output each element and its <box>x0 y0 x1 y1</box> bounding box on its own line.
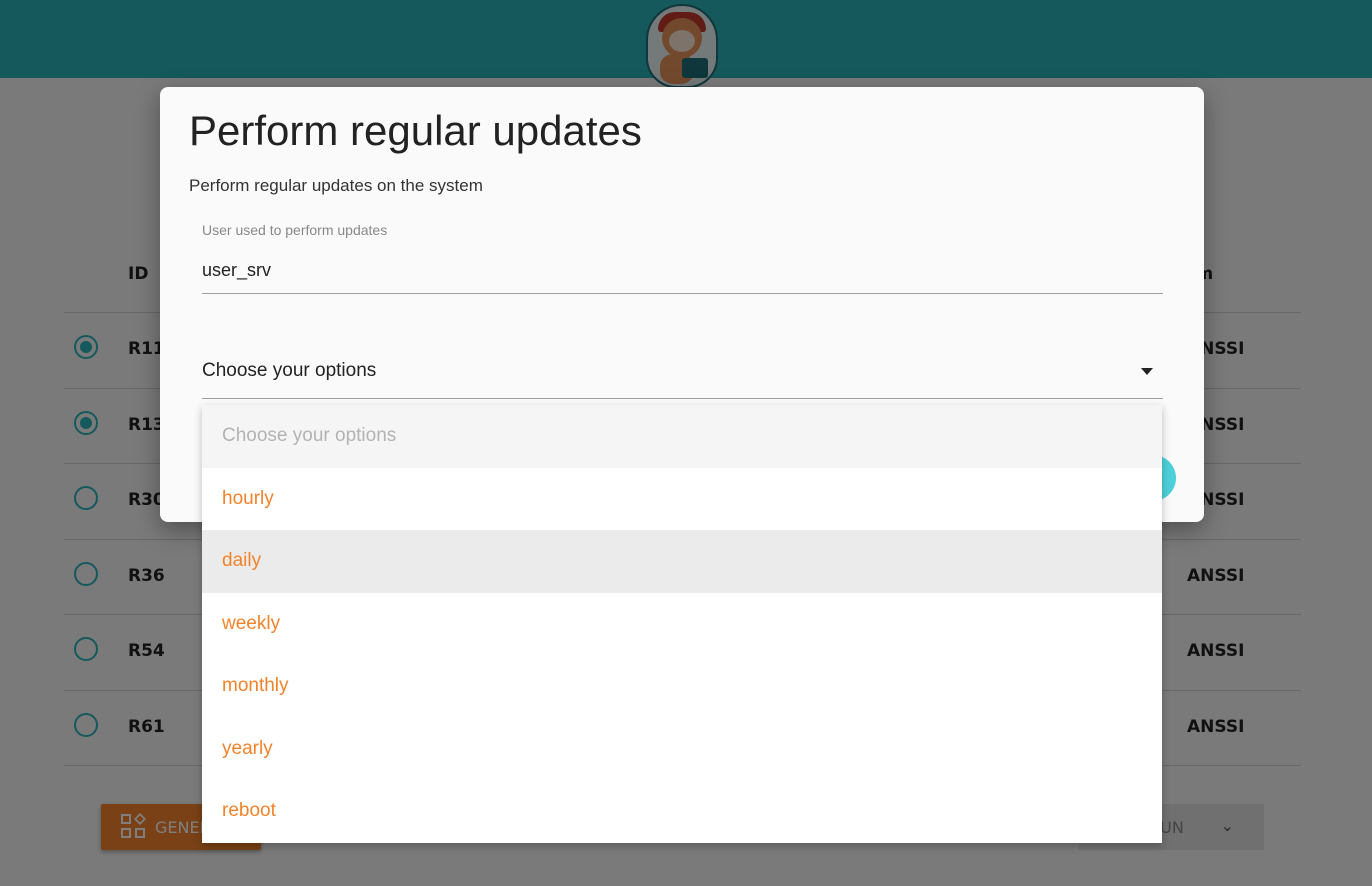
option-monthly[interactable]: monthly <box>202 655 1162 718</box>
select-value: Choose your options <box>202 360 377 381</box>
dropdown-placeholder: Choose your options <box>202 405 1162 468</box>
options-dropdown: Choose your options hourly daily weekly … <box>202 405 1162 843</box>
option-reboot[interactable]: reboot <box>202 780 1162 843</box>
user-field[interactable] <box>202 247 1163 294</box>
options-select[interactable]: Choose your options <box>202 347 1163 399</box>
caret-down-icon <box>1141 368 1153 375</box>
modal-description: Perform regular updates on the system <box>189 176 483 195</box>
option-weekly[interactable]: weekly <box>202 593 1162 656</box>
option-hourly[interactable]: hourly <box>202 468 1162 531</box>
modal-title: Perform regular updates <box>189 107 642 154</box>
user-field-label: User used to perform updates <box>202 222 388 238</box>
option-yearly[interactable]: yearly <box>202 718 1162 781</box>
option-daily[interactable]: daily <box>202 530 1162 593</box>
